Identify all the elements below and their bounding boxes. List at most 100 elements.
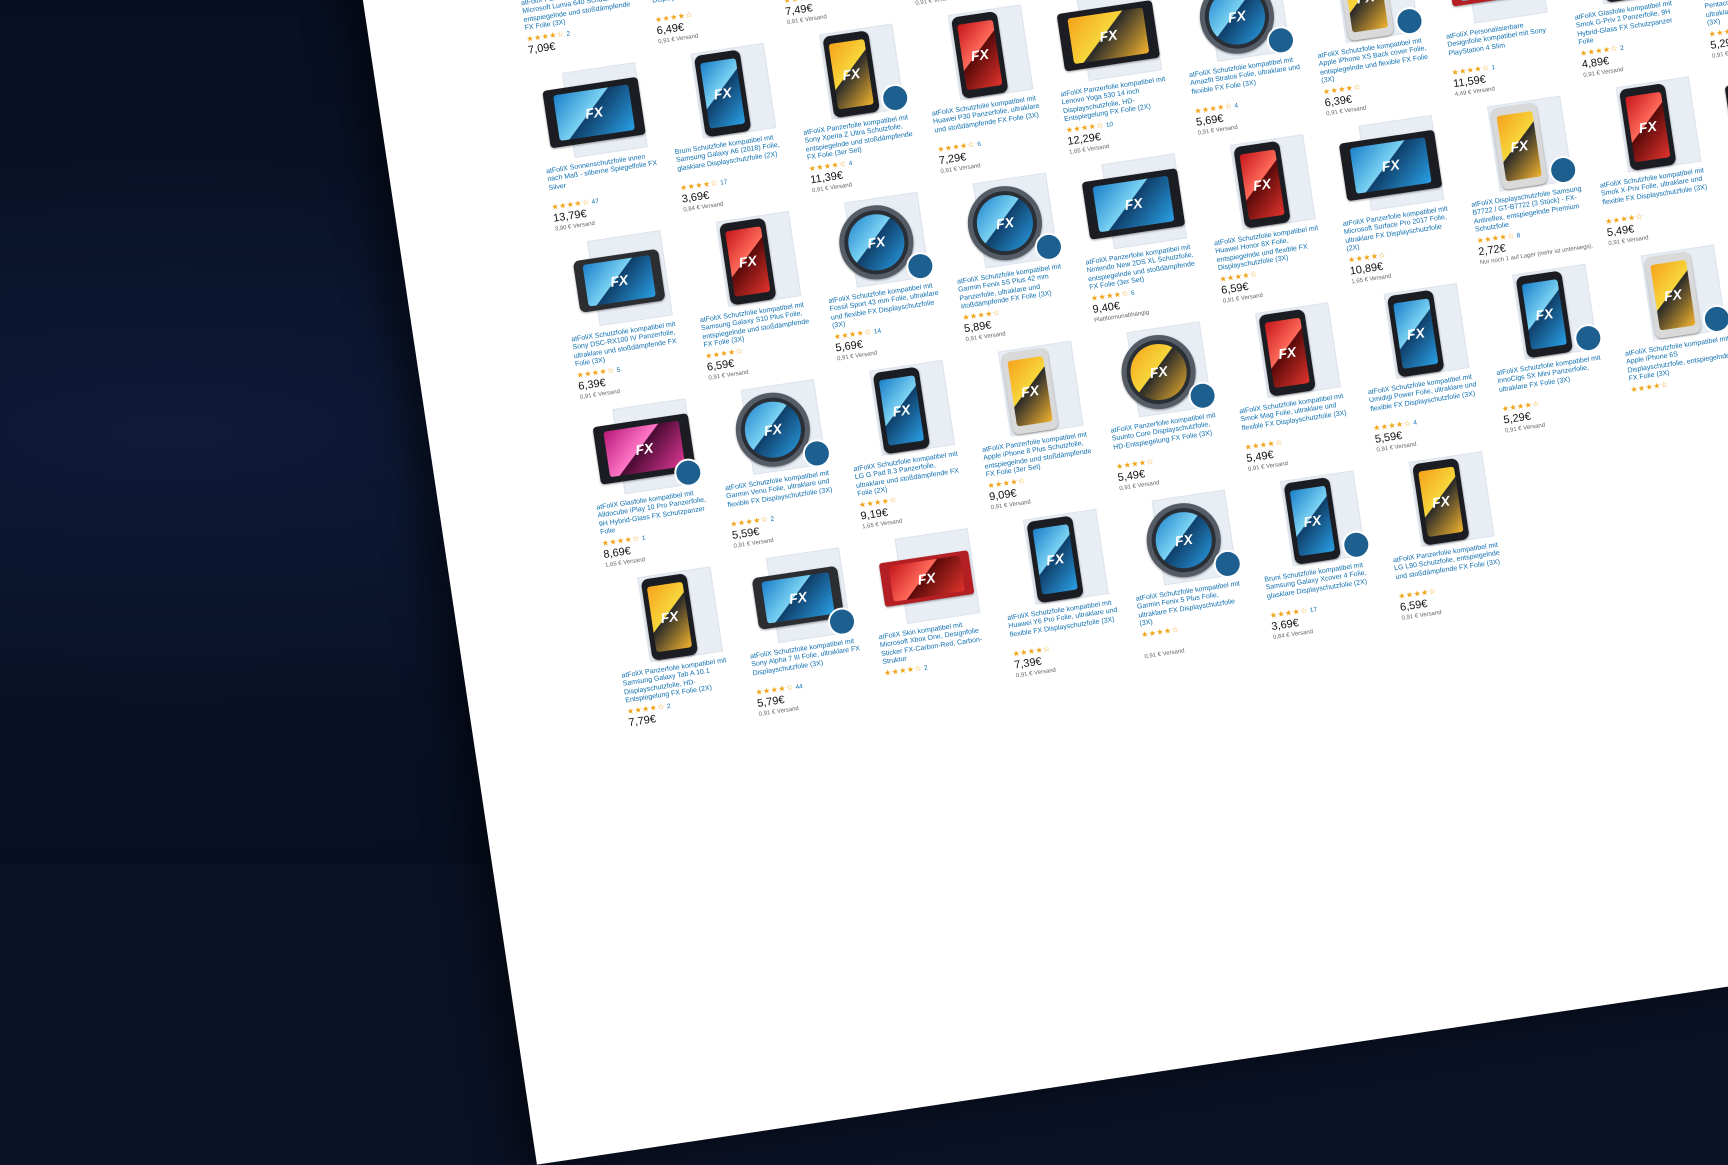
product-image[interactable]: FX (1611, 243, 1728, 347)
product-card[interactable]: FX atFoliX Schutzfolie kompatibel mit Son… (730, 541, 877, 722)
product-image[interactable]: FX (1457, 94, 1581, 198)
product-image[interactable]: FX (840, 359, 964, 463)
rating-count[interactable]: 6 (977, 141, 982, 148)
product-card[interactable]: FXatFoliX Schutzfolie kompatibel mit App… (1297, 0, 1444, 121)
rating-count[interactable]: 14 (873, 328, 881, 336)
fx-screen-protector: FX (845, 211, 908, 274)
product-card[interactable]: FXatFoliX Panzerfolie kompatibel mit Mic… (1322, 109, 1469, 290)
product-card[interactable]: FX atFoliX Schutzfolie kompatibel mit Gar… (936, 166, 1083, 347)
product-image[interactable]: FX (582, 397, 706, 501)
rating-count[interactable]: 44 (795, 683, 803, 691)
product-image[interactable]: FX (608, 565, 732, 669)
product-price: 7,09€ (527, 40, 557, 57)
rating-count[interactable]: 4 (1234, 102, 1239, 109)
product-image[interactable]: FX (711, 378, 835, 482)
product-image[interactable]: FX (1122, 488, 1246, 592)
product-image[interactable]: FX (661, 42, 785, 146)
rating-count[interactable]: 2 (924, 664, 929, 671)
product-title-link[interactable]: atFoliX Schutzfolie kompatibel mit Penta… (1703, 0, 1728, 29)
rating-count[interactable]: 4 (848, 160, 853, 167)
product-card[interactable]: FX atFoliX Panzerfolie kompatibel mit Sam… (601, 560, 748, 741)
product-card[interactable]: FX atFoliX Schutzfolie kompatibel mit Umi… (1347, 277, 1494, 458)
product-image[interactable]: FX (814, 191, 938, 295)
rating-count[interactable]: 6 (1131, 290, 1136, 297)
product-card[interactable]: FX atFoliX Glasfolie kompatibel mit Alldo… (576, 392, 723, 573)
product-card[interactable]: FX atFoliX Schutzfolie kompatibel mit Hua… (1194, 128, 1341, 309)
product-card[interactable]: FX atFoliX Schutzfolie kompatibel mit Fos… (808, 186, 955, 367)
fx-screen-protector: FX (956, 19, 1003, 91)
product-card[interactable]: FXatFoliX Glasfolie kompatibel mit Smok … (1554, 0, 1701, 83)
product-card[interactable]: FXatFoliX Personalisierbare Designfolie … (1426, 0, 1573, 102)
product-image[interactable]: FX (968, 339, 1092, 443)
product-image[interactable]: FX (1072, 152, 1196, 256)
product-card[interactable]: FX atFoliX Panzerfolie kompatibel mit Suu… (1090, 315, 1237, 496)
fx-screen-protector: FX (1392, 298, 1439, 369)
rating-count[interactable]: 5 (616, 367, 621, 374)
product-image[interactable]: FX (918, 3, 1042, 107)
product-card[interactable]: FX atFoliX Schutzfolie kompatibel mit Hua… (987, 503, 1134, 684)
rating-count[interactable]: 2 (566, 30, 571, 37)
product-card[interactable]: FXatFoliX Panzerfolie kompatibel mit Mic… (501, 0, 648, 68)
fx-screen-protector: FX (1006, 356, 1054, 427)
product-card[interactable]: FX atFoliX Panzerfolie kompatibel mit Nin… (1065, 147, 1212, 328)
fx-screen-protector: FX (1239, 149, 1286, 220)
product-image[interactable]: FX (1097, 320, 1221, 424)
product-card[interactable]: FX atFoliX Schutzfolie kompatibel mit Smo… (1219, 296, 1366, 477)
product-card[interactable]: FX Bruni Schutzfolie kompatibel mit Samsu… (1244, 464, 1391, 645)
product-card[interactable]: FX atFoliX Sonnenschutzfolie innen nach M… (526, 56, 673, 237)
rating-count[interactable]: 47 (591, 198, 599, 206)
product-image[interactable]: FX (865, 527, 989, 631)
product-image[interactable]: FX (1482, 263, 1606, 367)
product-card[interactable]: FX atFoliX Schutzfolie kompatibel mit Gar… (1115, 484, 1262, 665)
rating-count[interactable]: 8 (1516, 232, 1521, 239)
product-image[interactable]: FX (943, 171, 1067, 275)
rating-count[interactable]: 10 (1105, 121, 1113, 129)
rating-count[interactable]: 2 (1620, 45, 1625, 52)
product-title-link[interactable]: atFoliX Panzerfolie kompatibel mit Micro… (521, 0, 637, 34)
product-image[interactable]: FX (789, 22, 913, 126)
product-image[interactable]: FX (1046, 0, 1170, 88)
product-price: 7,79€ (627, 713, 657, 730)
product-card[interactable]: FX atFoliX Displayschutzfolie Samsung B77… (1451, 90, 1598, 271)
fx-screen-protector: FX (1264, 317, 1311, 388)
product-card[interactable]: FX atFoliX Panzerfolie kompatibel mit App… (962, 335, 1109, 516)
product-card[interactable]: FX atFoliX Schutzfolie kompatibel mit Hua… (911, 0, 1058, 179)
product-card[interactable]: FX atFoliX Skin kompatibel mit Microsoft … (858, 522, 1005, 703)
rating-count[interactable]: 17 (720, 179, 728, 187)
product-image[interactable]: FX (1714, 56, 1728, 160)
product-image[interactable]: FX (1586, 75, 1710, 179)
product-card[interactable]: FX atFoliX Schutzfolie kompatibel mit Son… (551, 224, 698, 405)
product-image[interactable]: FX (557, 229, 681, 333)
rating-count[interactable]: 1 (641, 535, 646, 542)
product-image[interactable]: FX (993, 508, 1117, 612)
product-image[interactable]: FX (1379, 450, 1503, 554)
product-card[interactable]: FX atFoliX Panzerfolie kompatibel mit Son… (783, 18, 930, 199)
product-image[interactable]: FX (1329, 114, 1453, 218)
product-image[interactable]: FX (1250, 469, 1374, 573)
rating-count[interactable]: 4 (1413, 419, 1418, 426)
product-card[interactable]: FX atFoliX Schutzfolie kompatibel mit Gar… (704, 373, 851, 554)
product-card[interactable]: FX atFoliX Panzerfolie kompatibel mit LG … (1372, 445, 1519, 626)
fx-screen-protector: FX (888, 555, 965, 602)
product-card[interactable]: FX atFoliX Schutzfolie kompatibel mit Sam… (679, 205, 826, 386)
product-card[interactable]: FX Bruni Schutzfolie kompatibel mit Samsu… (654, 37, 801, 218)
product-image[interactable]: FX (532, 61, 656, 165)
rating-count[interactable]: 2 (770, 516, 775, 523)
rating-count[interactable]: 2 (667, 703, 672, 710)
product-card[interactable]: FX atFoliX Panzerfolie kompatibel mit Len… (1040, 0, 1187, 160)
fx-screen-protector: FX (760, 572, 836, 624)
product-image[interactable]: FX (1200, 133, 1324, 237)
product-image[interactable]: FX (736, 546, 860, 650)
product-card[interactable]: FX atFoliX Schutzfolie kompatibel mit inn… (1476, 258, 1623, 439)
rating-count[interactable]: 17 (1309, 606, 1317, 614)
product-image[interactable]: FX (1354, 282, 1478, 386)
product-card[interactable]: FX atFoliX Schutzfolie kompatibel mit Ama… (1169, 0, 1316, 140)
product-card[interactable]: FX atFoliX Schutzfolie kompatibel mit Smo… (1579, 70, 1726, 251)
product-image[interactable]: FX (686, 210, 810, 314)
product-image[interactable]: FX (1225, 301, 1349, 405)
fx-screen-protector: FX (1496, 111, 1543, 182)
product-title-link[interactable]: atFoliX Schutzfolie kompatibel mit Black… (649, 0, 765, 15)
product-card[interactable]: FXatFoliX Schutzfolie kompatibel mit App… (1604, 239, 1728, 420)
product-card[interactable]: FX atFoliX Schutzfolie kompatibel mit LG … (833, 354, 980, 535)
rating-count[interactable]: 1 (1491, 64, 1496, 71)
